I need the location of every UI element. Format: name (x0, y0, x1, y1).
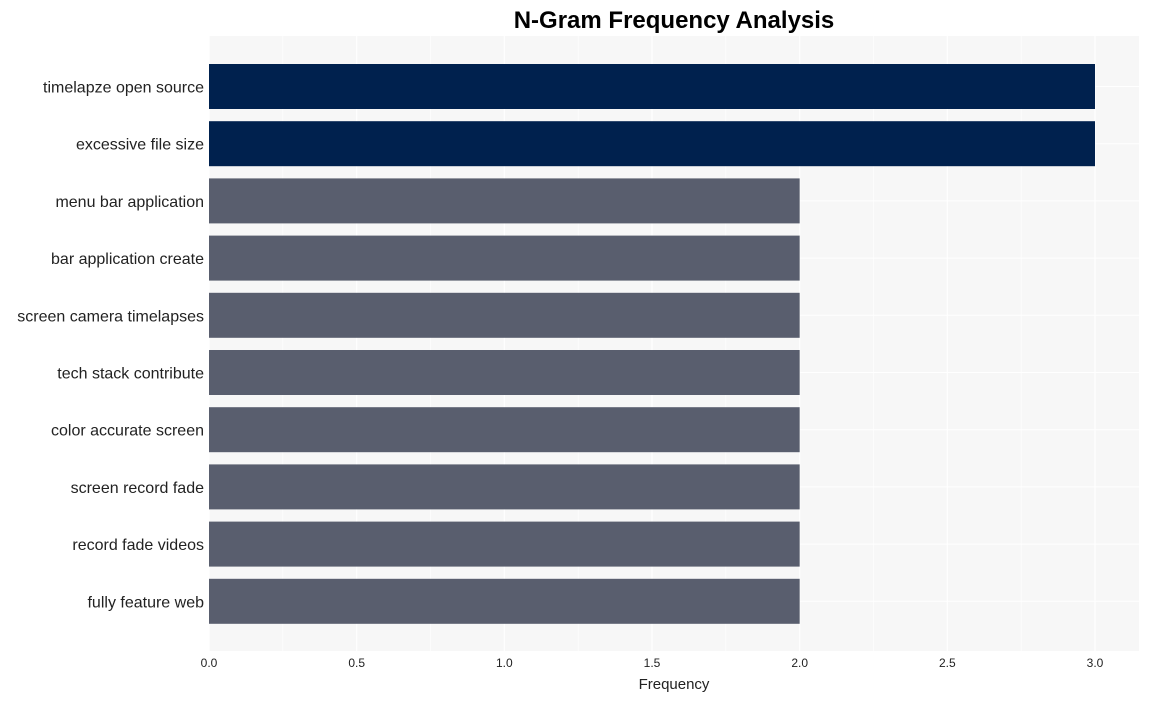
bar (209, 235, 800, 281)
x-tick-label: 2.0 (791, 656, 808, 670)
x-axis-ticks: 0.0 0.5 1.0 1.5 2.0 2.5 3.0 (201, 656, 1104, 670)
y-tick-label: color accurate screen (51, 423, 204, 440)
y-tick-label: record fade videos (72, 537, 204, 554)
y-tick-label: screen camera timelapses (17, 308, 204, 325)
y-tick-label: timelapze open source (43, 80, 204, 97)
x-tick-label: 1.0 (496, 656, 513, 670)
y-tick-label: excessive file size (76, 137, 204, 154)
bar (209, 578, 800, 624)
y-tick-label: tech stack contribute (57, 366, 204, 383)
bar (209, 464, 800, 510)
bar-chart: N-Gram Frequency Analysis timelapze open… (17, 7, 1139, 693)
x-tick-label: 0.0 (201, 656, 218, 670)
y-tick-label: screen record fade (71, 480, 205, 497)
x-tick-label: 1.5 (644, 656, 661, 670)
y-tick-label: menu bar application (55, 194, 204, 211)
chart-title: N-Gram Frequency Analysis (514, 7, 835, 34)
bar (209, 521, 800, 567)
bar (209, 121, 1095, 167)
x-tick-label: 3.0 (1087, 656, 1104, 670)
bar (209, 407, 800, 453)
x-axis-label: Frequency (639, 676, 710, 693)
bar (209, 178, 800, 224)
x-tick-label: 2.5 (939, 656, 956, 670)
bar (209, 64, 1095, 109)
y-axis-labels: timelapze open source excessive file size… (17, 80, 204, 612)
y-tick-label: bar application create (51, 251, 204, 268)
y-tick-label: fully feature web (87, 594, 204, 611)
bar (209, 350, 800, 395)
bar (209, 292, 800, 338)
x-tick-label: 0.5 (348, 656, 365, 670)
